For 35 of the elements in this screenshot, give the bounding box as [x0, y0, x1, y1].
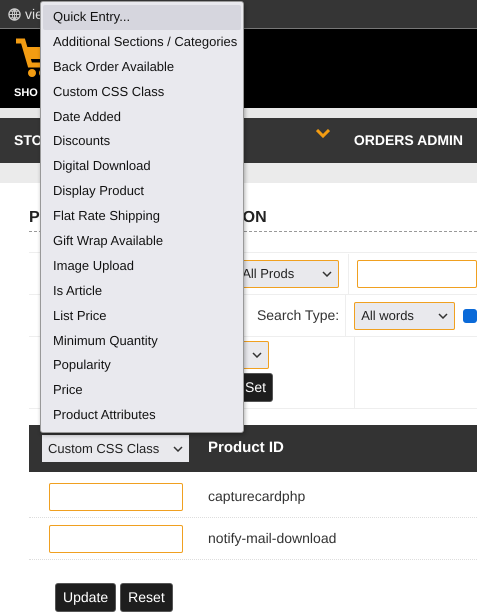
caret-icon [173, 446, 183, 452]
dropdown-option[interactable]: List Price [43, 304, 241, 329]
page-heading: P [29, 208, 40, 228]
value-field[interactable] [49, 524, 183, 552]
chevron-down-icon[interactable] [316, 128, 330, 138]
logo-text: SHO [14, 87, 38, 99]
update-button[interactable]: Update [55, 583, 116, 612]
table-cell-text: capturecardphp [208, 487, 306, 506]
dropdown-option[interactable]: Flat Rate Shipping [43, 204, 241, 230]
dropdown-option[interactable]: Gift Wrap Available [43, 229, 241, 254]
dropdown-option[interactable]: Quick Entry... [43, 5, 241, 30]
search-type-label: Search Type: [256, 306, 340, 325]
value-field[interactable] [49, 482, 183, 510]
field-select[interactable]: Custom CSS Class [42, 435, 189, 462]
dropdown-option[interactable]: Additional Sections / Categories [43, 30, 241, 55]
dropdown-option[interactable]: Back Order Available [43, 54, 241, 80]
search-type-select[interactable]: All words [354, 302, 455, 330]
column-header: Product ID [208, 438, 284, 458]
reset-button[interactable]: Reset [120, 583, 173, 612]
dropdown-option[interactable]: Digital Download [43, 154, 241, 180]
dropdown-option[interactable]: Minimum Quantity [43, 328, 241, 354]
globe-icon [8, 8, 21, 20]
page-heading: ON [242, 208, 267, 228]
dropdown-option[interactable]: Display Product [43, 179, 241, 204]
dropdown-option[interactable]: Date Added [43, 104, 241, 130]
caret-icon [252, 352, 262, 358]
dropdown-option[interactable]: Custom CSS Class [43, 80, 241, 105]
caret-icon [438, 312, 448, 318]
dropdown-option[interactable]: Product Attributes [43, 403, 241, 428]
dropdown-option[interactable]: Discounts [43, 129, 241, 154]
search-field[interactable] [357, 260, 477, 288]
checkbox[interactable] [463, 308, 477, 322]
table-cell-text: notify-mail-download [208, 529, 336, 548]
caret-icon [322, 271, 332, 277]
nav-item[interactable]: ORDERS ADMIN [354, 130, 463, 151]
